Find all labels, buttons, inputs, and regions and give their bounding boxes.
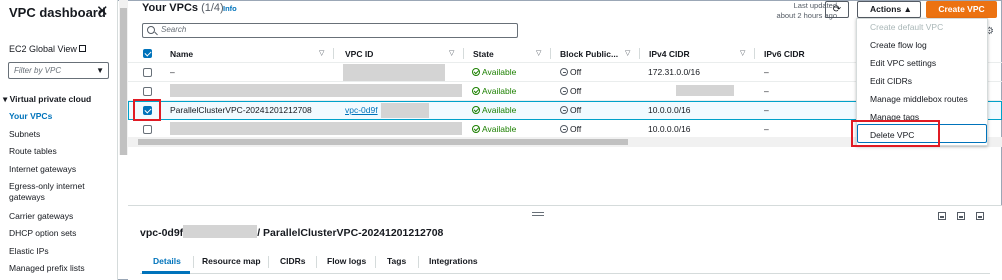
- menu-item-create-default-vpc: Create default VPC: [870, 22, 944, 32]
- vpc-id-link[interactable]: vpc-0d9f: [345, 105, 378, 115]
- details-tabs: Details Resource map CIDRs Flow logs Tag…: [140, 250, 990, 274]
- sidebar-item-internet-gateways[interactable]: Internet gateways: [9, 164, 109, 175]
- sidebar-item-elastic-ips[interactable]: Elastic IPs: [9, 246, 109, 257]
- column-divider[interactable]: [754, 48, 755, 59]
- menu-item-edit-vpc-settings[interactable]: Edit VPC settings: [870, 58, 936, 68]
- resize-handle-icon[interactable]: [532, 212, 544, 216]
- column-header-name[interactable]: Name: [170, 49, 193, 59]
- row-checkbox[interactable]: [143, 87, 152, 96]
- vertical-scrollbar[interactable]: [119, 0, 128, 155]
- full-panel-icon[interactable]: [976, 212, 984, 220]
- tab-tags[interactable]: Tags: [387, 256, 406, 266]
- check-circle-icon: [472, 125, 480, 133]
- tab-cidrs[interactable]: CIDRs: [280, 256, 306, 266]
- sidebar-item-route-tables[interactable]: Route tables: [9, 146, 109, 157]
- split-bottom-icon[interactable]: [938, 212, 946, 220]
- tab-divider: [316, 256, 317, 268]
- row-checkbox[interactable]: [143, 125, 152, 134]
- column-header-block-public-access[interactable]: Block Public...: [560, 49, 618, 59]
- sidebar-section-virtual-private-cloud[interactable]: ▾ Virtual private cloud: [3, 94, 91, 105]
- sidebar-title: VPC dashboard: [9, 5, 106, 20]
- details-panel: vpc-0d9f / ParallelClusterVPC-20241201212…: [128, 205, 1002, 280]
- sidebar-item-dhcp-option-sets[interactable]: DHCP option sets: [9, 228, 109, 239]
- menu-item-create-flow-log[interactable]: Create flow log: [870, 40, 927, 50]
- tab-resource-map[interactable]: Resource map: [202, 256, 261, 266]
- filter-by-vpc-select[interactable]: Filter by VPC ▼: [8, 62, 109, 79]
- column-divider[interactable]: [550, 48, 551, 59]
- redacted-name: [170, 122, 462, 135]
- check-circle-icon: [472, 68, 480, 76]
- menu-item-edit-cidrs[interactable]: Edit CIDRs: [870, 76, 912, 86]
- off-icon: [560, 68, 568, 76]
- highlight-delete-vpc: [851, 120, 940, 147]
- vpc-details-heading: vpc-0d9f / ParallelClusterVPC-20241201212…: [140, 225, 444, 239]
- info-link[interactable]: Info: [223, 4, 237, 13]
- tab-details[interactable]: Details: [153, 256, 181, 266]
- off-icon: [560, 106, 568, 114]
- column-header-state[interactable]: State: [473, 49, 494, 59]
- redacted-name: [170, 84, 462, 97]
- highlight-selected-checkbox: [133, 99, 161, 121]
- refresh-icon: ⟳: [832, 4, 842, 15]
- check-circle-icon: [472, 87, 480, 95]
- caret-down-icon: ▼: [96, 66, 104, 75]
- sort-icon[interactable]: ▽: [625, 49, 630, 57]
- column-header-vpc-id[interactable]: VPC ID: [345, 49, 373, 59]
- redacted-vpc-id: [381, 103, 429, 118]
- active-tab-indicator: [142, 271, 190, 274]
- sidebar-item-your-vpcs[interactable]: Your VPCs: [9, 111, 109, 122]
- split-side-icon[interactable]: [957, 212, 965, 220]
- sidebar-item-subnets[interactable]: Subnets: [9, 129, 109, 140]
- sidebar-item-managed-prefix-lists[interactable]: Managed prefix lists: [9, 263, 109, 274]
- search-icon: [147, 26, 155, 34]
- redacted-ipv4: [676, 85, 734, 96]
- tab-divider: [375, 256, 376, 268]
- tab-integrations[interactable]: Integrations: [429, 256, 478, 266]
- sidebar-item-egress-only-internet-gateways[interactable]: Egress-only internet gateways: [9, 181, 109, 203]
- ec2-global-view-link[interactable]: EC2 Global View: [9, 44, 86, 54]
- refresh-button[interactable]: ⟳: [825, 1, 849, 18]
- tab-divider: [268, 256, 269, 268]
- actions-button[interactable]: Actions ▲: [857, 1, 921, 18]
- search-input[interactable]: Search: [142, 23, 518, 38]
- create-vpc-button[interactable]: Create VPC: [926, 1, 997, 18]
- column-divider[interactable]: [639, 48, 640, 59]
- tab-divider: [193, 256, 194, 268]
- column-divider[interactable]: [333, 48, 334, 59]
- caret-up-icon: ▲: [903, 4, 912, 14]
- sidebar: VPC dashboard ✕ EC2 Global View Filter b…: [0, 0, 118, 280]
- column-header-ipv4-cidr[interactable]: IPv4 CIDR: [649, 49, 690, 59]
- sidebar-item-carrier-gateways[interactable]: Carrier gateways: [9, 211, 109, 222]
- sort-icon[interactable]: ▽: [449, 49, 454, 57]
- scrollbar-thumb[interactable]: [138, 139, 628, 145]
- row-checkbox[interactable]: [143, 68, 152, 77]
- page-title: Your VPCs (1/4): [142, 2, 224, 14]
- off-icon: [560, 125, 568, 133]
- sort-icon[interactable]: ▽: [536, 49, 541, 57]
- sort-icon[interactable]: ▽: [740, 49, 745, 57]
- scrollbar-thumb[interactable]: [120, 8, 127, 155]
- select-all-checkbox[interactable]: [143, 49, 152, 58]
- redacted-vpc-id: [183, 225, 258, 238]
- off-icon: [560, 87, 568, 95]
- close-icon[interactable]: ✕: [96, 2, 109, 20]
- column-divider[interactable]: [463, 48, 464, 59]
- external-link-icon: [78, 45, 86, 52]
- sort-icon[interactable]: ▽: [319, 49, 324, 57]
- tab-flow-logs[interactable]: Flow logs: [327, 256, 366, 266]
- column-header-ipv6-cidr[interactable]: IPv6 CIDR: [764, 49, 805, 59]
- tab-divider: [418, 256, 419, 268]
- redacted-vpc-id: [343, 64, 445, 81]
- menu-item-manage-middlebox-routes[interactable]: Manage middlebox routes: [870, 94, 968, 104]
- check-circle-icon: [472, 106, 480, 114]
